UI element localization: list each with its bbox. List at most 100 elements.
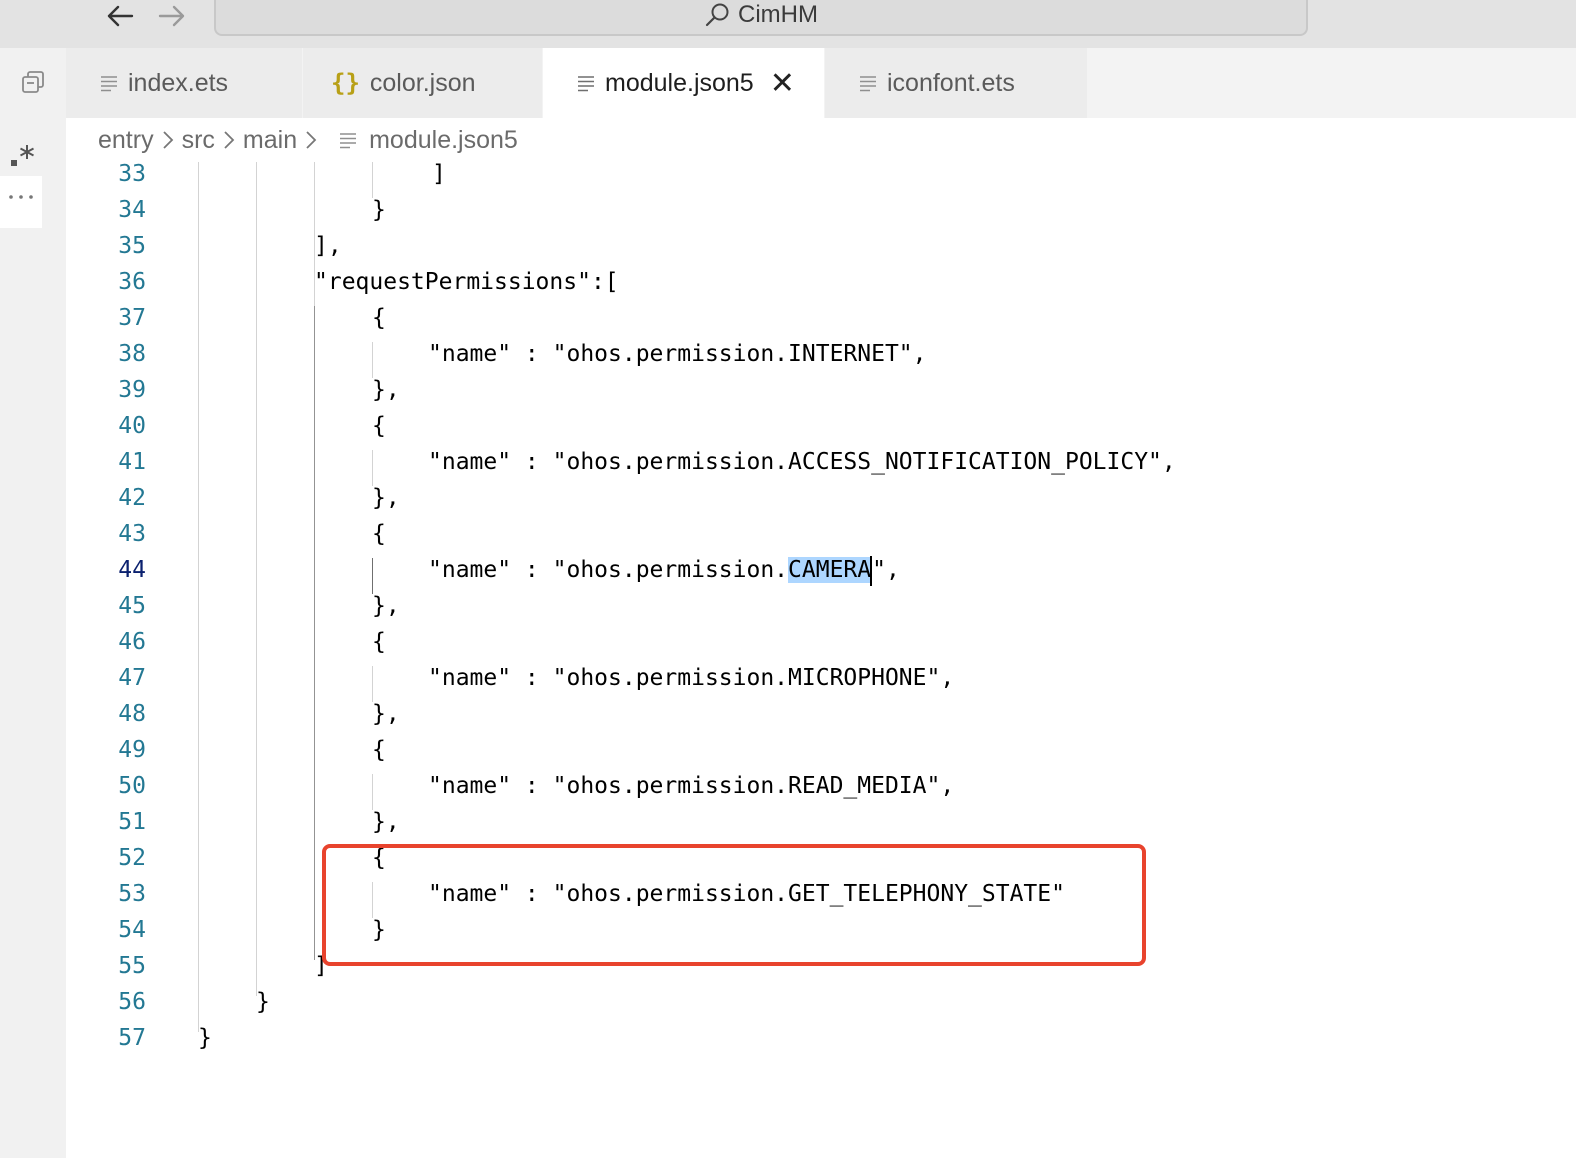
code-line[interactable]: 56}	[66, 984, 1576, 1020]
tab-bar: index.ets {} color.json module.json5 ✕ i…	[66, 48, 1576, 118]
code-line[interactable]: 47 "name" : "ohos.permission.MICROPHONE",	[66, 660, 1576, 696]
code-line[interactable]: 39},	[66, 372, 1576, 408]
chevron-right-icon	[223, 130, 235, 150]
code-line[interactable]: 46 {	[66, 624, 1576, 660]
code-text: }	[198, 1025, 212, 1051]
line-number: 53	[118, 881, 146, 907]
line-number: 46	[118, 629, 146, 655]
code-text: },	[372, 485, 400, 511]
title-bar: CimHM	[0, 0, 1576, 48]
code-text: ],	[314, 233, 342, 259]
code-text: "name" : "ohos.permission.MICROPHONE",	[428, 665, 955, 691]
activity-regex-search[interactable]	[0, 138, 42, 174]
code-text: "requestPermissions":[	[314, 269, 619, 295]
code-line[interactable]: 44 "name" : "ohos.permission.CAMERA",	[66, 552, 1576, 588]
code-text: "name" : "ohos.permission.INTERNET",	[428, 341, 927, 367]
line-number: 35	[118, 233, 146, 259]
code-text-segment: "name" : "ohos.permission.	[428, 557, 789, 583]
breadcrumb-file[interactable]: module.json5	[339, 126, 518, 155]
tab-color-json[interactable]: {} color.json	[303, 48, 543, 118]
tab-label: color.json	[369, 68, 476, 97]
code-text: },	[372, 701, 400, 727]
line-number: 38	[118, 341, 146, 367]
breadcrumb-src[interactable]: src	[182, 126, 215, 155]
line-number: 47	[118, 665, 146, 691]
code-text: }	[372, 197, 386, 223]
file-lines-icon	[577, 74, 595, 92]
code-line[interactable]: 34}	[66, 192, 1576, 228]
tab-module-json5[interactable]: module.json5 ✕	[543, 48, 825, 118]
line-number: 45	[118, 593, 146, 619]
code-line[interactable]: 40 {	[66, 408, 1576, 444]
code-text: },	[372, 377, 400, 403]
line-number: 57	[118, 1025, 146, 1051]
line-number: 34	[118, 197, 146, 223]
code-line[interactable]: 57}	[66, 1020, 1576, 1056]
chevron-right-icon	[305, 130, 317, 150]
code-text: {	[372, 737, 386, 763]
breadcrumb-entry[interactable]: entry	[98, 126, 154, 155]
code-line[interactable]: 42},	[66, 480, 1576, 516]
line-number: 49	[118, 737, 146, 763]
code-text: "name" : "ohos.permission.CAMERA",	[428, 552, 900, 588]
code-text: },	[372, 593, 400, 619]
search-icon	[704, 2, 730, 28]
code-line[interactable]: 35],	[66, 228, 1576, 264]
selected-text: CAMERA	[788, 557, 872, 583]
code-line[interactable]: 49 {	[66, 732, 1576, 768]
code-line[interactable]: 38 "name" : "ohos.permission.INTERNET",	[66, 336, 1576, 372]
forward-button[interactable]	[154, 0, 190, 32]
highlight-annotation-box	[322, 844, 1146, 966]
activity-explorer[interactable]	[0, 64, 66, 100]
arrow-left-icon	[107, 5, 134, 27]
code-line[interactable]: 45},	[66, 588, 1576, 624]
window-title: CimHM	[738, 1, 818, 28]
line-number: 40	[118, 413, 146, 439]
regex-icon	[11, 145, 34, 166]
code-line[interactable]: 43 {	[66, 516, 1576, 552]
line-number: 48	[118, 701, 146, 727]
code-editor[interactable]: 33] 34} 35], 36 "requestPermissions":[37{38 "…	[66, 162, 1576, 1158]
line-number: 56	[118, 989, 146, 1015]
arrow-right-icon	[158, 5, 185, 27]
line-number: 39	[118, 377, 146, 403]
code-text: "name" : "ohos.permission.READ_MEDIA",	[428, 773, 955, 799]
line-number: 52	[118, 845, 146, 871]
code-line[interactable]: 51},	[66, 804, 1576, 840]
code-line[interactable]: 50 "name" : "ohos.permission.READ_MEDIA",	[66, 768, 1576, 804]
code-line[interactable]: 37 {	[66, 300, 1576, 336]
activity-more[interactable]	[0, 184, 42, 210]
copy-files-icon	[22, 71, 44, 93]
code-text: ]	[432, 162, 446, 187]
code-text: {	[372, 305, 386, 331]
code-line[interactable]: 41 "name" : "ohos.permission.ACCESS_NOTIF…	[66, 444, 1576, 480]
breadcrumb-main[interactable]: main	[243, 126, 297, 155]
breadcrumb: entry src main module.json5	[66, 118, 1576, 162]
line-number: 33	[118, 162, 146, 187]
line-number: 51	[118, 809, 146, 835]
file-lines-icon	[859, 74, 877, 92]
code-text: "name" : "ohos.permission.ACCESS_NOTIFIC…	[428, 449, 1176, 475]
code-text: {	[372, 629, 386, 655]
code-line[interactable]: 36 "requestPermissions":[	[66, 264, 1576, 300]
code-text-segment: ",	[872, 557, 900, 583]
code-text: }	[256, 989, 270, 1015]
line-number: 55	[118, 953, 146, 979]
line-number: 36	[118, 269, 146, 295]
tab-iconfont-ets[interactable]: iconfont.ets	[825, 48, 1088, 118]
line-number: 37	[118, 305, 146, 331]
activity-bar	[0, 48, 66, 1158]
code-line[interactable]: 33]	[66, 162, 1576, 192]
breadcrumb-file-label: module.json5	[369, 125, 518, 154]
json-braces-icon: {}	[331, 69, 360, 97]
back-button[interactable]	[102, 0, 138, 32]
line-number: 41	[118, 449, 146, 475]
tab-label: iconfont.ets	[887, 68, 1015, 97]
command-center-search[interactable]: CimHM	[214, 0, 1308, 36]
code-line[interactable]: 48},	[66, 696, 1576, 732]
tab-label: module.json5	[605, 68, 754, 97]
close-icon[interactable]: ✕	[770, 66, 795, 101]
tab-index-ets[interactable]: index.ets	[66, 48, 303, 118]
file-lines-icon	[100, 74, 118, 92]
line-number: 43	[118, 521, 146, 547]
